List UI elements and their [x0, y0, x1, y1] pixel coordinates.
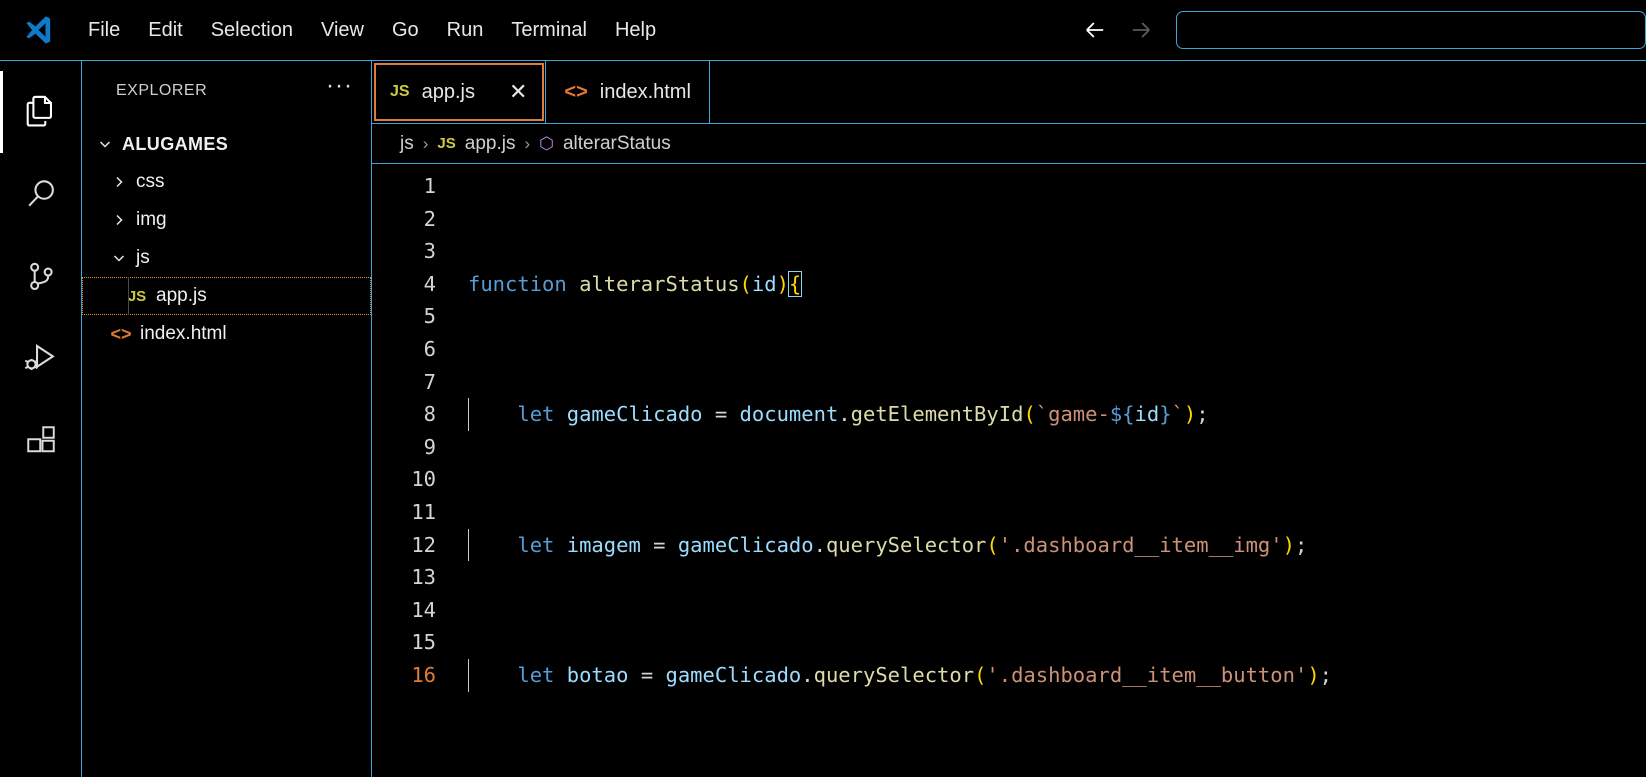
- activity-extensions[interactable]: [0, 399, 82, 481]
- line-number-current: 16: [411, 662, 436, 687]
- menu-go[interactable]: Go: [378, 14, 433, 47]
- chevron-right-icon: ›: [524, 133, 531, 153]
- tab-label: index.html: [599, 80, 691, 103]
- breadcrumb: js › JS app.js › ⬡ alterarStatus: [372, 124, 1646, 164]
- files-icon: [22, 93, 60, 131]
- indent-guide: [128, 277, 129, 315]
- chevron-right-icon: [106, 174, 132, 190]
- line-number: 3: [423, 239, 436, 264]
- html-file-icon: <>: [110, 323, 132, 344]
- menu-help[interactable]: Help: [601, 14, 670, 47]
- line-number: 4: [423, 271, 436, 296]
- ellipsis-icon[interactable]: ···: [326, 74, 353, 101]
- tree-item-label: css: [136, 171, 165, 192]
- workbench-body: EXPLORER ··· ALUGAMES css img js JS app.…: [0, 60, 1646, 777]
- line-number: 8: [423, 402, 436, 427]
- line-number: 11: [411, 499, 436, 524]
- line-number: 9: [423, 434, 436, 459]
- editor-group: JS app.js ✕ <> index.html js › JS app.js…: [372, 61, 1646, 777]
- menu-bar: File Edit Selection View Go Run Terminal…: [74, 14, 670, 47]
- line-number: 14: [411, 597, 436, 622]
- line-number-gutter: 1 2 3 4 5 6 7 8 9 10 11 12 13 14 15 16: [372, 164, 450, 777]
- breadcrumb-item-alterar-status[interactable]: alterarStatus: [563, 133, 671, 155]
- arrow-left-icon[interactable]: [1072, 8, 1118, 52]
- explorer-title: EXPLORER: [116, 82, 208, 99]
- tree-root-alugames[interactable]: ALUGAMES: [82, 125, 371, 163]
- command-center-input[interactable]: [1176, 11, 1646, 49]
- extensions-icon: [23, 422, 59, 458]
- search-icon: [22, 175, 60, 213]
- js-file-icon: JS: [437, 135, 456, 152]
- line-number: 2: [423, 206, 436, 231]
- tree-folder-js[interactable]: js: [82, 239, 371, 277]
- line-number: 1: [423, 174, 436, 198]
- activity-explorer[interactable]: [0, 71, 82, 153]
- tree-item-label: img: [136, 209, 167, 230]
- tab-label: app.js: [421, 80, 475, 103]
- tree-root-label: ALUGAMES: [122, 133, 229, 154]
- tree-file-app-js[interactable]: JS app.js: [82, 277, 371, 315]
- tree-item-label: js: [136, 247, 150, 268]
- tab-bar: JS app.js ✕ <> index.html: [372, 61, 1646, 124]
- title-bar: File Edit Selection View Go Run Terminal…: [0, 0, 1646, 60]
- menu-terminal[interactable]: Terminal: [497, 14, 601, 47]
- tab-app-js[interactable]: JS app.js ✕: [372, 61, 547, 123]
- code-lines[interactable]: function alterarStatus(id){ let gameClic…: [450, 164, 1646, 777]
- chevron-right-icon: [106, 212, 132, 228]
- activity-source-control[interactable]: [0, 235, 82, 317]
- menu-run[interactable]: Run: [433, 14, 498, 47]
- line-number: 6: [423, 336, 436, 361]
- symbol-method-icon: ⬡: [539, 133, 554, 153]
- code-line-2: let gameClicado = document.getElementByI…: [450, 398, 1646, 431]
- chevron-down-icon: [92, 136, 118, 152]
- close-icon[interactable]: ✕: [509, 81, 527, 103]
- breadcrumb-item-js[interactable]: js: [400, 133, 414, 155]
- html-file-icon: <>: [564, 80, 588, 103]
- line-number: 7: [423, 369, 436, 394]
- line-number: 12: [411, 532, 436, 557]
- tree-folder-img[interactable]: img: [82, 201, 371, 239]
- tab-index-html[interactable]: <> index.html: [546, 61, 710, 123]
- explorer-sidebar: EXPLORER ··· ALUGAMES css img js JS app.…: [82, 61, 372, 777]
- breadcrumb-item-app-js[interactable]: app.js: [465, 133, 516, 155]
- activity-search[interactable]: [0, 153, 82, 235]
- tree-item-label: index.html: [140, 323, 227, 344]
- tree-item-label: app.js: [156, 285, 207, 306]
- code-line-4: let botao = gameClicado.querySelector('.…: [450, 658, 1646, 692]
- vscode-logo-icon: [14, 13, 60, 47]
- code-editor[interactable]: 1 2 3 4 5 6 7 8 9 10 11 12 13 14 15 16 f…: [372, 164, 1646, 777]
- line-number: 13: [411, 565, 436, 590]
- vscode-window: File Edit Selection View Go Run Terminal…: [0, 0, 1646, 777]
- menu-view[interactable]: View: [307, 14, 378, 47]
- file-tree: ALUGAMES css img js JS app.js <> index.h…: [82, 121, 371, 353]
- chevron-down-icon: [106, 250, 132, 266]
- tree-file-index-html[interactable]: <> index.html: [82, 315, 371, 353]
- activity-run-debug[interactable]: [0, 317, 82, 399]
- js-file-icon: JS: [127, 287, 147, 305]
- js-file-icon: JS: [390, 83, 410, 100]
- code-line-3: let imagem = gameClicado.querySelector('…: [450, 528, 1646, 562]
- code-line-1: function alterarStatus(id){: [468, 270, 803, 297]
- source-control-icon: [22, 257, 60, 295]
- menu-edit[interactable]: Edit: [134, 14, 196, 47]
- menu-file[interactable]: File: [74, 14, 134, 47]
- chevron-right-icon: ›: [422, 133, 429, 153]
- run-debug-icon: [22, 339, 60, 377]
- tree-folder-css[interactable]: css: [82, 163, 371, 201]
- line-number: 10: [411, 467, 436, 492]
- activity-bar: [0, 61, 82, 777]
- menu-selection[interactable]: Selection: [197, 14, 307, 47]
- line-number: 5: [423, 304, 436, 329]
- line-number: 15: [411, 630, 436, 655]
- arrow-right-icon[interactable]: [1118, 8, 1164, 52]
- explorer-header: EXPLORER ···: [82, 61, 371, 121]
- title-bar-right: [1072, 0, 1646, 60]
